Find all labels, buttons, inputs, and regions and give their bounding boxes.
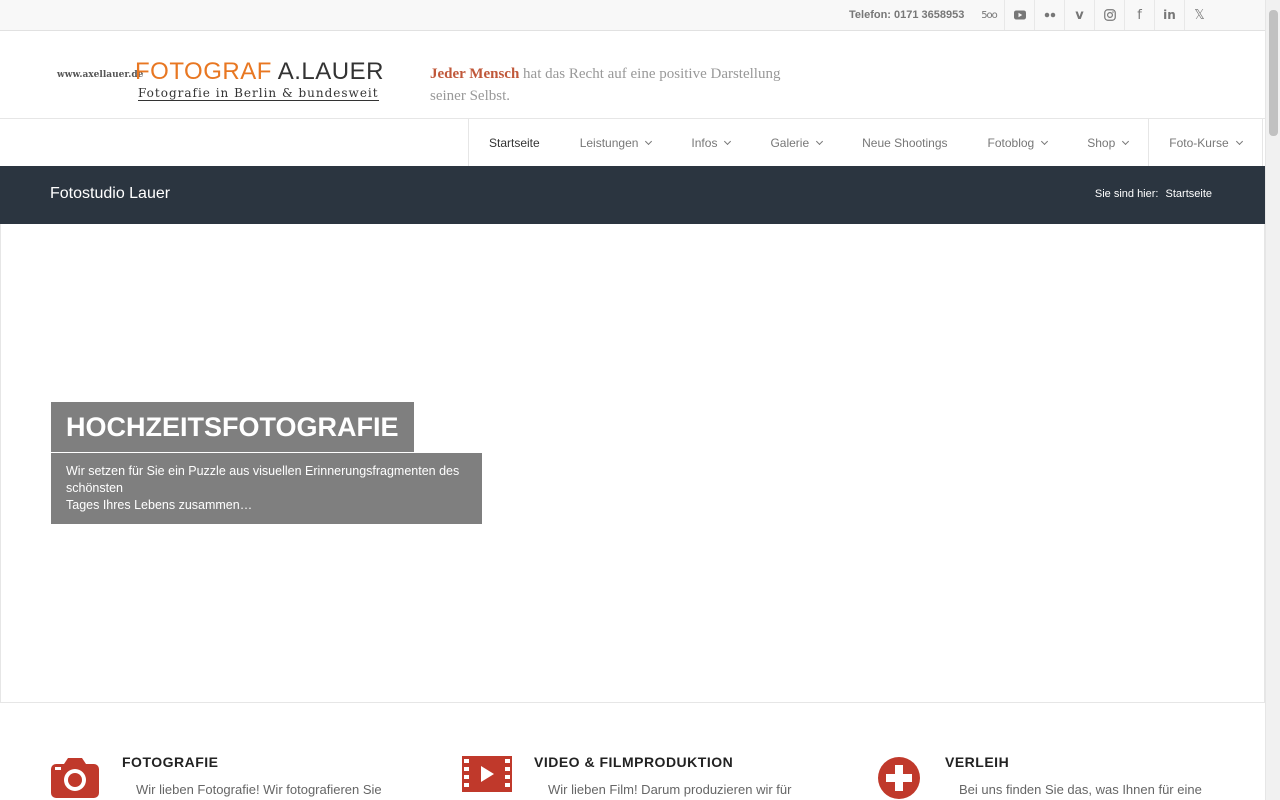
- nav-item-foto-kurse[interactable]: Foto-Kurse: [1148, 119, 1263, 166]
- page-title: Fotostudio Lauer: [50, 185, 171, 202]
- chevron-down-icon: [1235, 137, 1243, 145]
- chevron-down-icon: [645, 137, 653, 145]
- nav-item-shop[interactable]: Shop: [1067, 119, 1148, 166]
- nav-item-startseite[interactable]: Startseite: [469, 119, 560, 166]
- phone-number: Telefon: 0171 3658953: [849, 9, 965, 21]
- slide-caption: Wir setzen für Sie ein Puzzle aus visuel…: [51, 453, 482, 524]
- nav-item-leistungen[interactable]: Leistungen: [560, 119, 672, 166]
- feature-text: Wir lieben Fotografie! Wir fotografieren…: [136, 782, 382, 797]
- breadcrumb-link-startseite[interactable]: Startseite: [1166, 188, 1212, 200]
- instagram-icon[interactable]: [1094, 0, 1124, 30]
- nav-item-galerie[interactable]: Galerie: [750, 119, 842, 166]
- chevron-down-icon: [816, 137, 824, 145]
- logo-title: FOTOGRAF A.LAUER: [135, 58, 384, 85]
- feature-title: VERLEIH: [945, 754, 1010, 770]
- site-logo[interactable]: www.axellauer.de FOTOGRAF A.LAUER Fotogr…: [57, 58, 383, 108]
- nav-item-neue-shootings[interactable]: Neue Shootings: [842, 119, 967, 166]
- camera-icon: [50, 756, 100, 800]
- social-links: 5oo v f in 𝕏: [974, 0, 1214, 30]
- youtube-icon[interactable]: [1004, 0, 1034, 30]
- film-icon: [462, 756, 512, 797]
- feature-title: VIDEO & FILMPRODUKTION: [534, 754, 734, 770]
- page-scrollbar[interactable]: [1265, 0, 1280, 800]
- feature-text: Bei uns finden Sie das, was Ihnen für ei…: [959, 782, 1202, 797]
- feature-title: FOTOGRAFIE: [122, 754, 219, 770]
- logo-url-text: www.axellauer.de: [57, 70, 144, 80]
- scrollbar-thumb[interactable]: [1269, 10, 1278, 136]
- feature-text: Wir lieben Film! Darum produzieren wir f…: [548, 782, 792, 797]
- top-bar: Telefon: 0171 3658953 5oo v f in 𝕏: [0, 0, 1265, 31]
- main-navigation: Startseite Leistungen Infos Galerie Neue…: [468, 119, 1263, 166]
- x-icon[interactable]: 𝕏: [1184, 0, 1214, 30]
- logo-subtitle: Fotografie in Berlin & bundesweit: [138, 86, 379, 101]
- facebook-icon[interactable]: f: [1124, 0, 1154, 30]
- nav-item-infos[interactable]: Infos: [671, 119, 750, 166]
- linkedin-icon[interactable]: in: [1154, 0, 1184, 30]
- hero-slider[interactable]: HOCHZEITSFOTOGRAFIE Wir setzen für Sie e…: [0, 224, 1265, 703]
- breadcrumb: Sie sind hier: Startseite: [1095, 188, 1212, 200]
- site-tagline: Jeder Mensch hat das Recht auf eine posi…: [430, 66, 781, 104]
- site-header: www.axellauer.de FOTOGRAF A.LAUER Fotogr…: [0, 31, 1265, 119]
- chevron-down-icon: [1122, 137, 1130, 145]
- page-title-bar: Fotostudio Lauer Sie sind hier: Startsei…: [0, 166, 1265, 224]
- slide-heading: HOCHZEITSFOTOGRAFIE: [51, 402, 414, 452]
- breadcrumb-prefix: Sie sind hier:: [1094, 188, 1159, 200]
- flickr-icon[interactable]: [1034, 0, 1064, 30]
- 500px-icon[interactable]: 5oo: [974, 0, 1004, 30]
- chevron-down-icon: [1041, 137, 1049, 145]
- chevron-down-icon: [724, 137, 732, 145]
- vimeo-icon[interactable]: v: [1064, 0, 1094, 30]
- plus-circle-icon: [877, 756, 921, 800]
- nav-item-fotoblog[interactable]: Fotoblog: [968, 119, 1068, 166]
